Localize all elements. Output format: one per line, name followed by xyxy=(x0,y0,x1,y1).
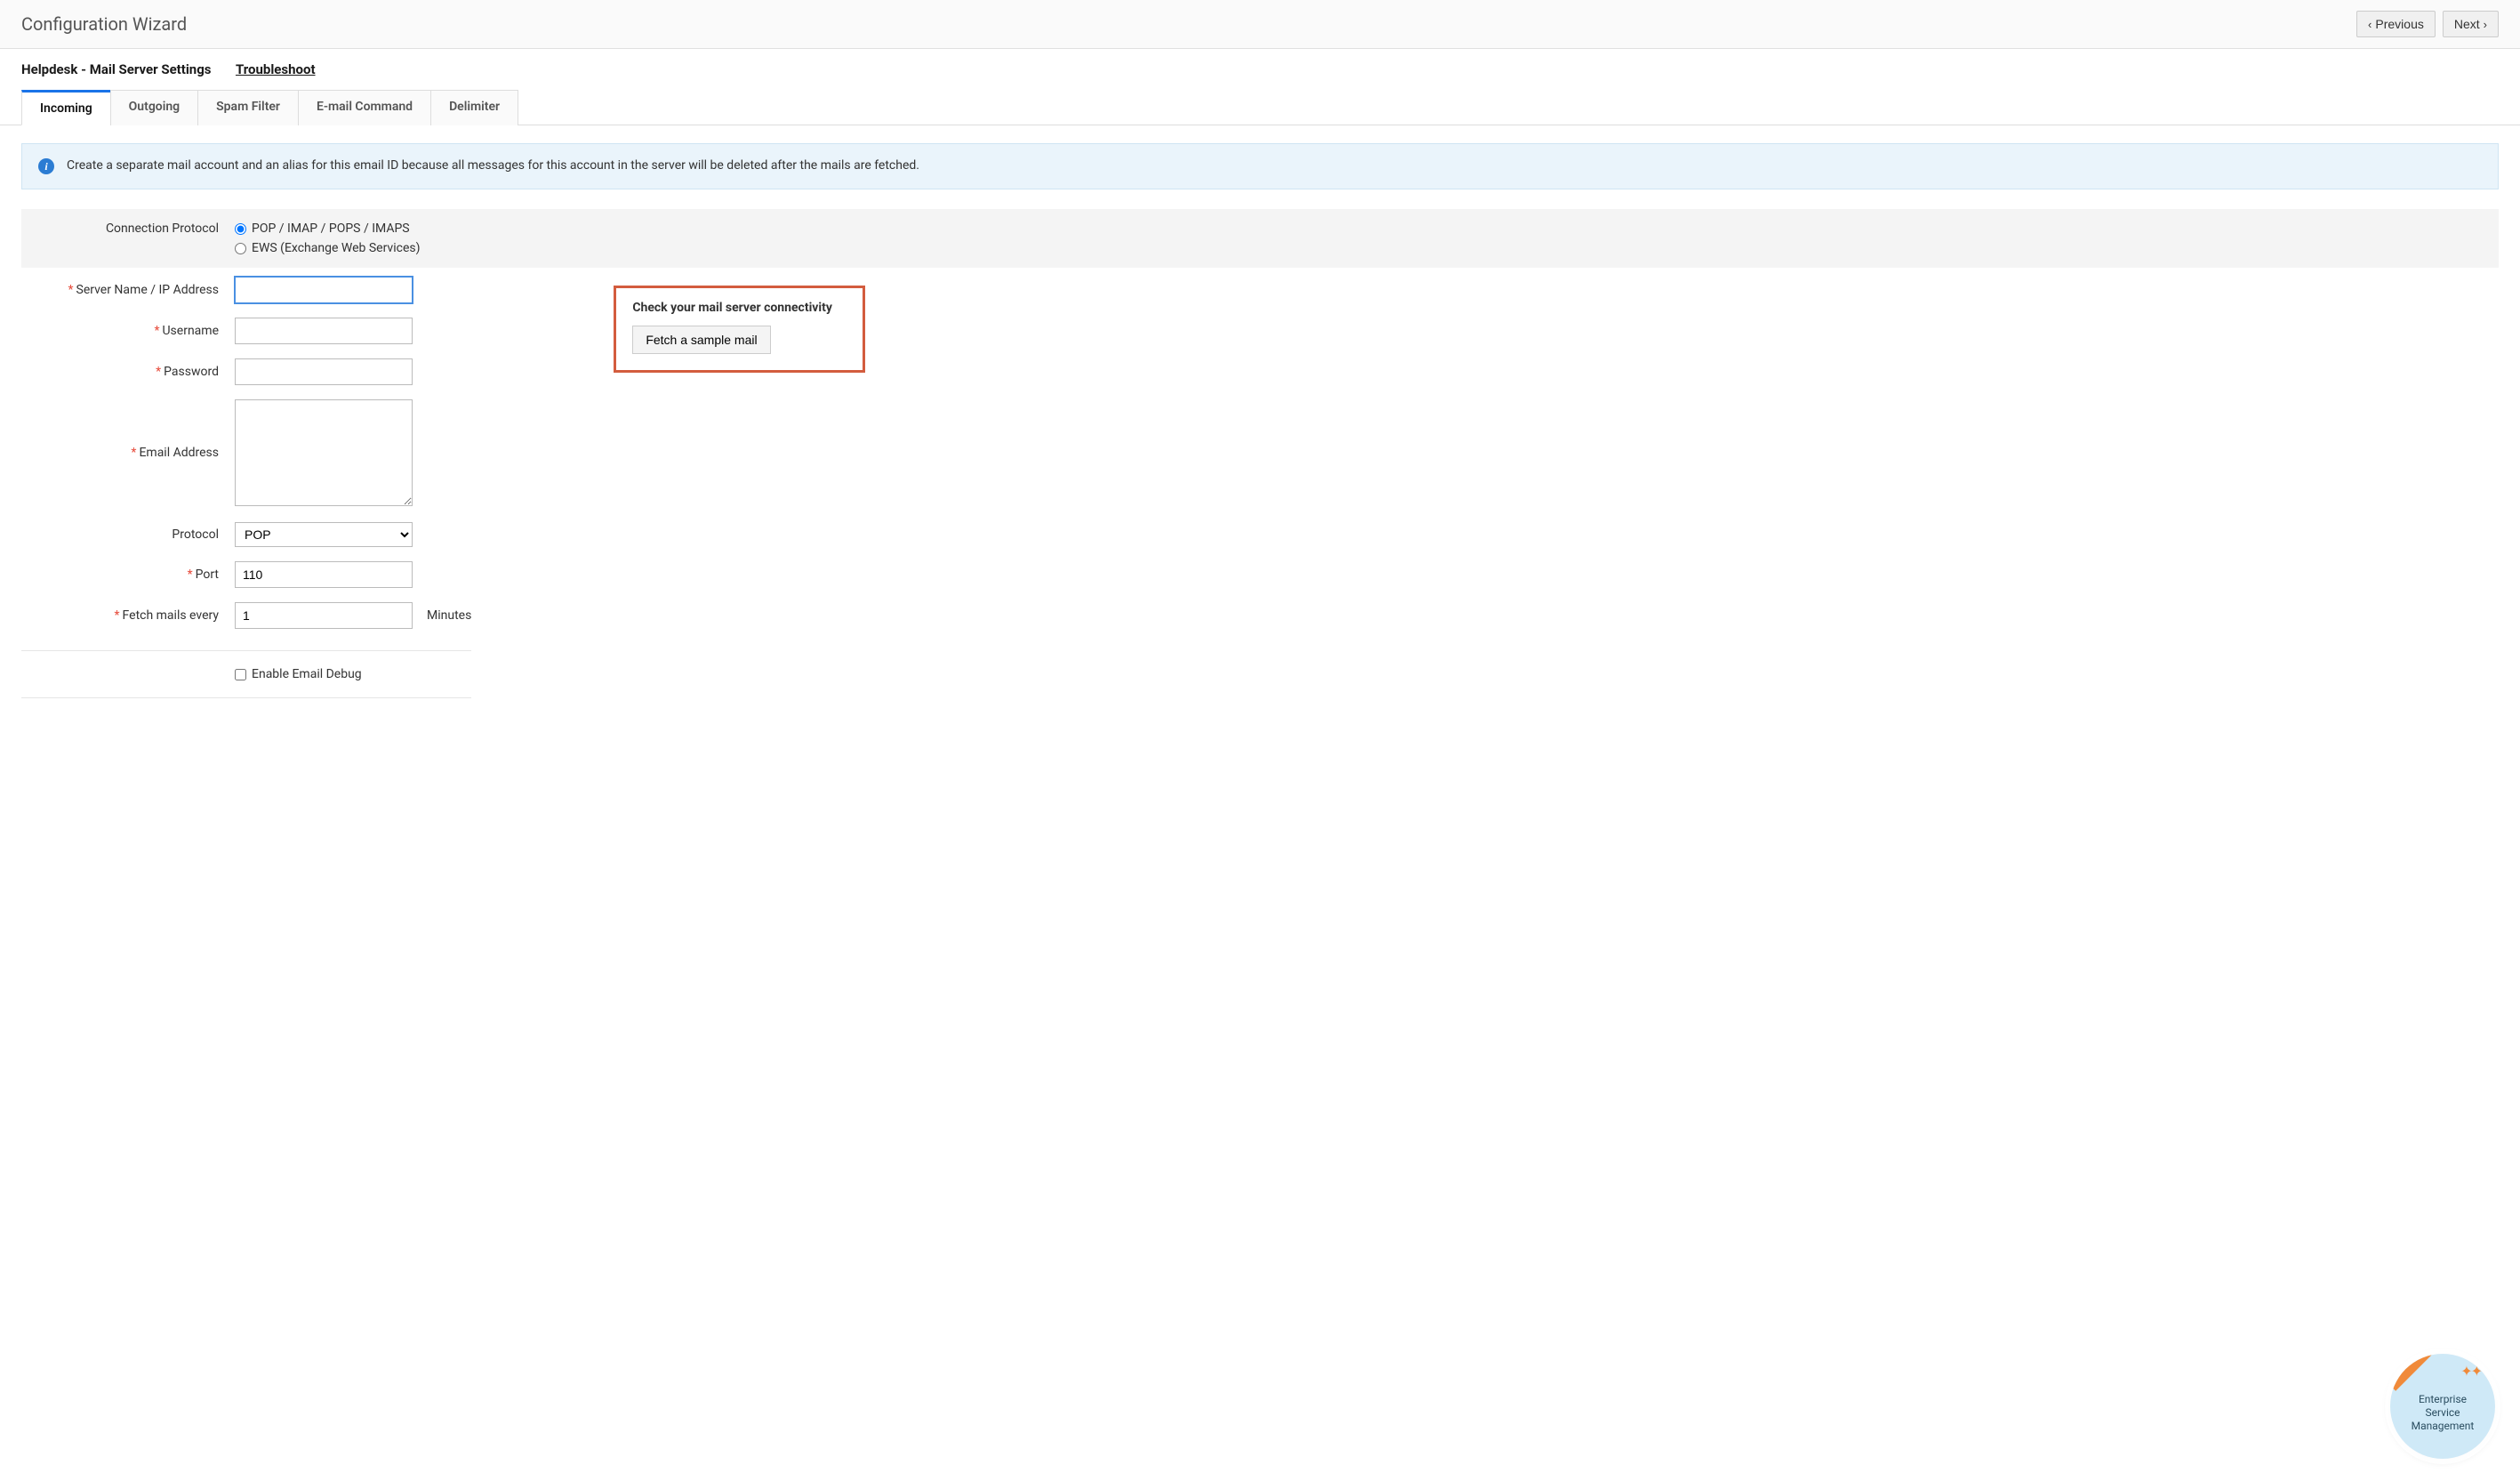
password-label: *Password xyxy=(21,365,235,379)
port-input[interactable] xyxy=(235,561,413,588)
protocol-radio-pop-label: POP / IMAP / POPS / IMAPS xyxy=(252,221,410,236)
section-header: Helpdesk - Mail Server Settings Troubles… xyxy=(0,49,2520,86)
tab-spam-filter[interactable]: Spam Filter xyxy=(197,90,299,125)
next-button[interactable]: Next › xyxy=(2443,11,2499,37)
enable-email-debug-checkbox[interactable] xyxy=(235,669,246,680)
section-title: Helpdesk - Mail Server Settings xyxy=(21,61,211,77)
connection-protocol-label: Connection Protocol xyxy=(21,221,235,236)
protocol-radio-ews-label: EWS (Exchange Web Services) xyxy=(252,241,420,255)
protocol-select[interactable]: POP xyxy=(235,522,413,547)
wizard-nav: ‹ Previous Next › xyxy=(2356,11,2499,37)
fetch-interval-input[interactable] xyxy=(235,602,413,629)
enable-email-debug-label: Enable Email Debug xyxy=(252,667,362,681)
separator xyxy=(21,697,471,698)
info-text: Create a separate mail account and an al… xyxy=(67,158,919,173)
username-input[interactable] xyxy=(235,318,413,344)
enable-email-debug[interactable]: Enable Email Debug xyxy=(235,667,362,681)
tabs: Incoming Outgoing Spam Filter E-mail Com… xyxy=(0,90,2520,125)
callout-title: Check your mail server connectivity xyxy=(632,301,832,315)
separator xyxy=(21,650,471,651)
badge-ribbon: NEW xyxy=(2390,1354,2442,1405)
stars-icon: ✦✦ xyxy=(2460,1363,2481,1380)
next-label: Next xyxy=(2454,17,2480,31)
username-label: *Username xyxy=(21,324,235,338)
tab-outgoing[interactable]: Outgoing xyxy=(110,90,198,125)
header-bar: Configuration Wizard ‹ Previous Next › xyxy=(0,0,2520,49)
protocol-option-ews[interactable]: EWS (Exchange Web Services) xyxy=(235,241,420,255)
tab-incoming[interactable]: Incoming xyxy=(21,90,111,125)
badge-ribbon-text: NEW xyxy=(2392,1359,2412,1379)
chevron-left-icon: ‹ xyxy=(2368,18,2372,31)
previous-button[interactable]: ‹ Previous xyxy=(2356,11,2436,37)
fetch-sample-mail-button[interactable]: Fetch a sample mail xyxy=(632,326,770,354)
chevron-right-icon: › xyxy=(2484,18,2487,31)
connectivity-callout: Check your mail server connectivity Fetc… xyxy=(614,286,865,373)
info-icon: i xyxy=(38,158,54,174)
protocol-radio-pop[interactable] xyxy=(235,223,246,235)
page-title: Configuration Wizard xyxy=(21,13,187,35)
tab-delimiter[interactable]: Delimiter xyxy=(430,90,518,125)
protocol-option-pop[interactable]: POP / IMAP / POPS / IMAPS xyxy=(235,221,410,236)
info-box: i Create a separate mail account and an … xyxy=(21,143,2499,189)
content: i Create a separate mail account and an … xyxy=(0,125,2520,768)
port-label: *Port xyxy=(21,567,235,582)
previous-label: Previous xyxy=(2375,17,2423,31)
fetch-suffix: Minutes xyxy=(427,608,471,623)
password-input[interactable] xyxy=(235,358,413,385)
fetch-label: *Fetch mails every xyxy=(21,608,235,623)
server-label: *Server Name / IP Address xyxy=(21,283,235,297)
tab-email-command[interactable]: E-mail Command xyxy=(298,90,431,125)
esm-badge[interactable]: NEW ✦✦ Enterprise Service Management xyxy=(2390,1354,2495,1459)
connection-protocol-section: Connection Protocol POP / IMAP / POPS / … xyxy=(21,209,2499,268)
troubleshoot-link[interactable]: Troubleshoot xyxy=(236,61,316,77)
mail-protocol-label: Protocol xyxy=(21,527,235,542)
server-input[interactable] xyxy=(235,277,413,303)
protocol-radio-ews[interactable] xyxy=(235,243,246,254)
email-textarea[interactable] xyxy=(235,399,413,506)
email-label: *Email Address xyxy=(21,446,235,460)
